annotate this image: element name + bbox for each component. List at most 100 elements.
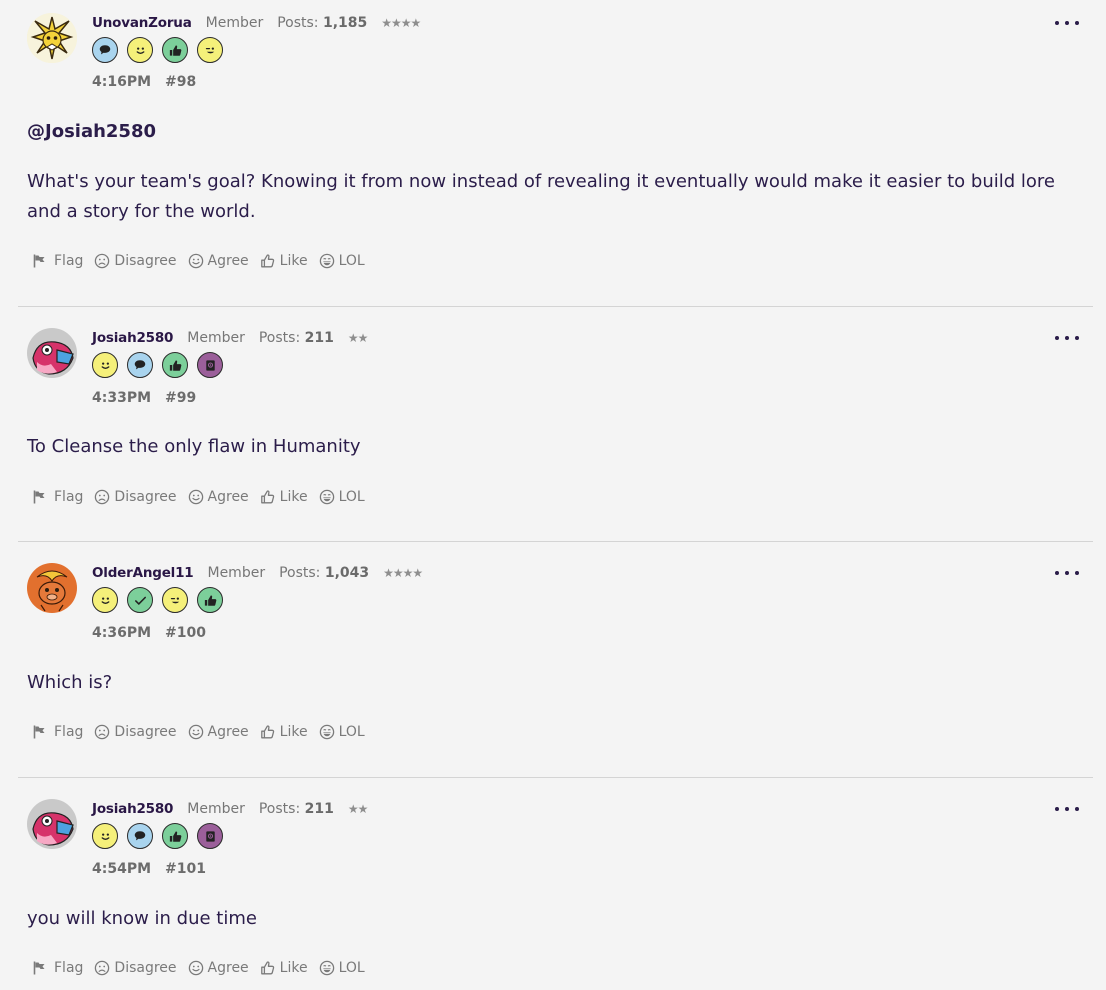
- flag-label: Flag: [54, 253, 84, 269]
- thumbs-up-outline-icon: [260, 253, 276, 269]
- trophy-badges: [92, 352, 223, 378]
- smile-icon[interactable]: [127, 37, 153, 63]
- post-time[interactable]: 4:16PM: [92, 74, 151, 90]
- lol-button[interactable]: LOL: [319, 724, 365, 740]
- wink-icon[interactable]: [162, 587, 188, 613]
- post-number[interactable]: #101: [165, 861, 206, 877]
- disagree-button[interactable]: Disagree: [94, 489, 177, 505]
- more-options-icon[interactable]: [1053, 565, 1081, 581]
- post-98: UnovanZorua Member Posts: 1,185 ★★★★ 4:1…: [18, 13, 1093, 307]
- user-stars: ★★: [347, 802, 368, 816]
- post-meta: Josiah2580 Member Posts: 211 ★★: [92, 799, 368, 819]
- post-count: Posts: 1,185: [277, 15, 367, 31]
- flag-button[interactable]: Flag: [32, 724, 83, 740]
- user-role: Member: [207, 565, 266, 581]
- laugh-icon: [319, 489, 335, 505]
- trophy-badges: [92, 823, 223, 849]
- disagree-button[interactable]: Disagree: [94, 724, 177, 740]
- username[interactable]: Josiah2580: [92, 330, 173, 346]
- disagree-label: Disagree: [114, 960, 177, 976]
- laugh-icon: [319, 960, 335, 976]
- post-timeline: 4:36PM #100: [92, 625, 206, 641]
- thumbs-up-icon[interactable]: [197, 587, 223, 613]
- smile-icon[interactable]: [92, 352, 118, 378]
- user-stars: ★★★★: [383, 566, 423, 580]
- avatar-olderangel11[interactable]: [27, 563, 77, 613]
- post-count-label: Posts:: [279, 565, 321, 581]
- flag-button[interactable]: Flag: [32, 253, 83, 269]
- frown-icon: [94, 724, 110, 740]
- smile-icon[interactable]: [92, 587, 118, 613]
- check-icon[interactable]: [127, 587, 153, 613]
- flag-button[interactable]: Flag: [32, 489, 83, 505]
- post-meta: Josiah2580 Member Posts: 211 ★★: [92, 328, 368, 348]
- avatar-josiah2580[interactable]: [27, 328, 77, 378]
- disagree-button[interactable]: Disagree: [94, 253, 177, 269]
- post-time[interactable]: 4:36PM: [92, 625, 151, 641]
- post-actions: Flag Disagree Agree Like LOL: [32, 724, 376, 740]
- like-label: Like: [279, 253, 308, 269]
- disagree-label: Disagree: [114, 724, 177, 740]
- thumbs-up-icon[interactable]: [162, 823, 188, 849]
- thumbs-up-outline-icon: [260, 489, 276, 505]
- lol-button[interactable]: LOL: [319, 489, 365, 505]
- post-content: you will know in due time: [27, 904, 1083, 934]
- disagree-button[interactable]: Disagree: [94, 960, 177, 976]
- thumbs-up-icon[interactable]: [162, 352, 188, 378]
- username[interactable]: Josiah2580: [92, 801, 173, 817]
- post-content: @Josiah2580 What's your team's goal? Kno…: [27, 117, 1083, 227]
- post-number[interactable]: #99: [165, 390, 196, 406]
- post-count: Posts: 1,043: [279, 565, 369, 581]
- username[interactable]: OlderAngel11: [92, 565, 194, 581]
- smile-outline-icon: [188, 489, 204, 505]
- post-number[interactable]: #100: [165, 625, 206, 641]
- lol-button[interactable]: LOL: [319, 960, 365, 976]
- flag-label: Flag: [54, 489, 84, 505]
- book-icon[interactable]: [197, 823, 223, 849]
- speech-bubble-icon[interactable]: [127, 352, 153, 378]
- like-button[interactable]: Like: [260, 253, 308, 269]
- agree-label: Agree: [207, 253, 249, 269]
- agree-button[interactable]: Agree: [188, 253, 249, 269]
- disagree-label: Disagree: [114, 489, 177, 505]
- post-count-value: 1,185: [322, 15, 368, 31]
- flag-icon: [32, 489, 50, 505]
- post-actions: Flag Disagree Agree Like LOL: [32, 253, 376, 269]
- frown-icon: [94, 960, 110, 976]
- frown-icon: [94, 489, 110, 505]
- agree-label: Agree: [207, 724, 249, 740]
- more-options-icon[interactable]: [1053, 15, 1081, 31]
- speech-bubble-icon[interactable]: [92, 37, 118, 63]
- agree-button[interactable]: Agree: [188, 489, 249, 505]
- post-actions: Flag Disagree Agree Like LOL: [32, 960, 376, 976]
- like-button[interactable]: Like: [260, 489, 308, 505]
- book-icon[interactable]: [197, 352, 223, 378]
- smile-icon[interactable]: [92, 823, 118, 849]
- flag-icon: [32, 253, 50, 269]
- laugh-icon: [319, 724, 335, 740]
- post-count-label: Posts:: [277, 15, 319, 31]
- porygon-avatar-icon: [27, 799, 77, 849]
- agree-button[interactable]: Agree: [188, 960, 249, 976]
- more-options-icon[interactable]: [1053, 330, 1081, 346]
- like-button[interactable]: Like: [260, 724, 308, 740]
- thumbs-up-icon[interactable]: [162, 37, 188, 63]
- lol-button[interactable]: LOL: [319, 253, 365, 269]
- post-time[interactable]: 4:54PM: [92, 861, 151, 877]
- avatar-josiah2580[interactable]: [27, 799, 77, 849]
- flag-icon: [32, 960, 50, 976]
- more-options-icon[interactable]: [1053, 801, 1081, 817]
- agree-button[interactable]: Agree: [188, 724, 249, 740]
- post-number[interactable]: #98: [165, 74, 196, 90]
- avatar-unovanzorua[interactable]: [27, 13, 77, 63]
- speech-bubble-icon[interactable]: [127, 823, 153, 849]
- tepig-avatar-icon: [27, 563, 77, 613]
- like-button[interactable]: Like: [260, 960, 308, 976]
- username[interactable]: UnovanZorua: [92, 15, 192, 31]
- user-mention[interactable]: @Josiah2580: [27, 117, 1083, 147]
- post-meta: UnovanZorua Member Posts: 1,185 ★★★★: [92, 13, 421, 33]
- post-time[interactable]: 4:33PM: [92, 390, 151, 406]
- flag-button[interactable]: Flag: [32, 960, 83, 976]
- wink-icon[interactable]: [197, 37, 223, 63]
- post-content: To Cleanse the only flaw in Humanity: [27, 432, 1083, 462]
